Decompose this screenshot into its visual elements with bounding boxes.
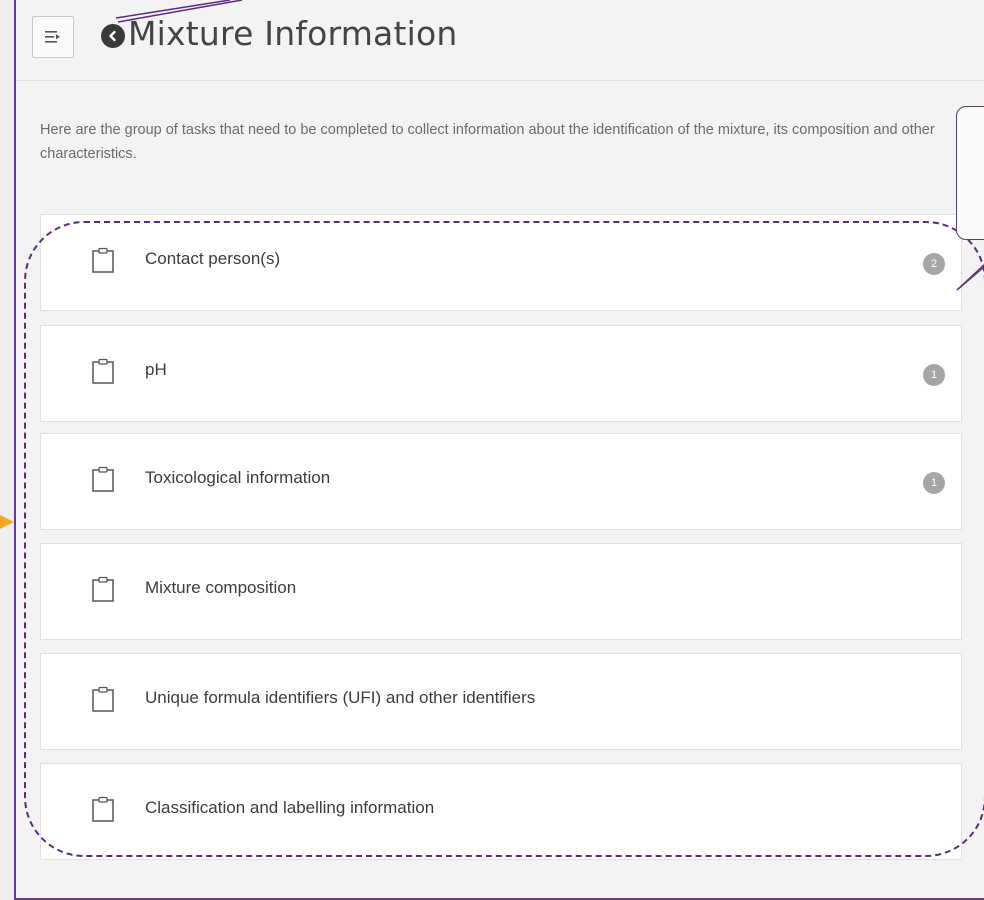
clipboard-icon — [92, 358, 114, 384]
back-button[interactable] — [101, 24, 125, 48]
task-label: Mixture composition — [145, 578, 297, 597]
clipboard-icon — [92, 686, 114, 712]
clipboard-icon — [92, 466, 114, 492]
task-count-badge: 1 — [923, 472, 945, 494]
task-card[interactable]: Mixture composition — [40, 543, 962, 640]
task-label: Unique formula identifiers (UFI) and oth… — [145, 688, 536, 707]
orange-arrow-icon — [0, 515, 14, 529]
clipboard-icon — [92, 247, 114, 273]
task-label: Classification and labelling information — [145, 798, 435, 817]
task-label: pH — [145, 360, 167, 379]
task-count-badge: 2 — [923, 253, 945, 275]
task-count-badge: 1 — [923, 364, 945, 386]
task-card[interactable]: Toxicological information 1 — [40, 433, 962, 530]
menu-toggle-button[interactable] — [32, 16, 74, 58]
task-card[interactable]: Classification and labelling information — [40, 763, 962, 860]
back-circle-icon — [109, 30, 116, 42]
page-header: Mixture Information — [16, 0, 984, 81]
intro-text: Here are the group of tasks that need to… — [40, 122, 935, 162]
task-card[interactable]: pH 1 — [40, 325, 962, 422]
clipboard-icon — [92, 796, 114, 822]
task-card[interactable]: Unique formula identifiers (UFI) and oth… — [40, 653, 962, 750]
task-card[interactable]: Contact person(s) 2 — [40, 214, 962, 311]
clipboard-icon — [92, 576, 114, 602]
menu-collapse-icon — [45, 31, 60, 43]
task-label: Toxicological information — [145, 468, 331, 487]
page-title: Mixture Information — [128, 14, 458, 53]
task-label: Contact person(s) — [145, 249, 281, 268]
annotation-callout-box — [956, 106, 984, 240]
